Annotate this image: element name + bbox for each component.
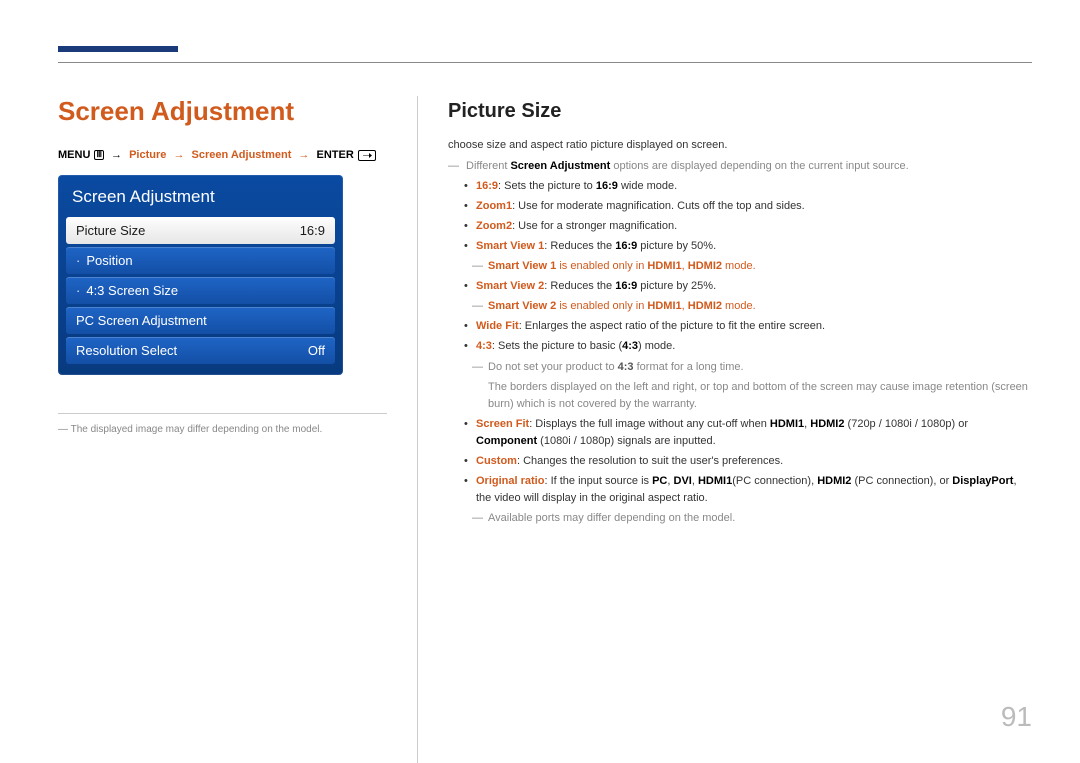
breadcrumb: MENU Ⅲ → Picture → Screen Adjustment → E… [58, 149, 387, 161]
osd-row-label: 4:3 Screen Size [86, 283, 325, 298]
breadcrumb-step: Picture [129, 149, 166, 161]
osd-row-label: Picture Size [76, 223, 300, 238]
osd-row-label: Position [86, 253, 325, 268]
header-divider [58, 62, 1032, 63]
header-accent-bar [58, 46, 178, 52]
note-ports-differ: Available ports may differ depending on … [448, 510, 1032, 527]
item-wide-fit: Wide Fit: Enlarges the aspect ratio of t… [448, 318, 1032, 335]
item-smart-view-2: Smart View 2: Reduces the 16:9 picture b… [448, 278, 1032, 295]
osd-row-label: PC Screen Adjustment [76, 313, 325, 328]
item-custom: Custom: Changes the resolution to suit t… [448, 453, 1032, 470]
arrow-icon: → [173, 149, 184, 161]
note-4-3-caution: Do not set your product to 4:3 format fo… [448, 359, 1032, 376]
osd-row-picture-size[interactable]: Picture Size 16:9 [66, 217, 335, 244]
item-screen-fit: Screen Fit: Displays the full image with… [448, 416, 1032, 450]
subsection-heading: Picture Size [448, 96, 1032, 127]
left-column: Screen Adjustment MENU Ⅲ → Picture → Scr… [58, 96, 418, 763]
note-smart-view-1: Smart View 1 is enabled only in HDMI1, H… [448, 258, 1032, 275]
item-original-ratio: Original ratio: If the input source is P… [448, 473, 1032, 507]
item-zoom2: Zoom2: Use for a stronger magnification. [448, 218, 1032, 235]
note-smart-view-2: Smart View 2 is enabled only in HDMI1, H… [448, 298, 1032, 315]
section-heading: Screen Adjustment [58, 96, 387, 127]
osd-row-value: Off [308, 343, 325, 358]
arrow-icon: → [111, 149, 122, 161]
item-smart-view-1: Smart View 1: Reduces the 16:9 picture b… [448, 238, 1032, 255]
arrow-icon: → [298, 149, 309, 161]
osd-row-43-screen-size[interactable]: 4:3 Screen Size [66, 277, 335, 304]
breadcrumb-menu: MENU [58, 149, 90, 161]
note-different-options: Different Screen Adjustment options are … [448, 158, 1032, 175]
model-footnote: The displayed image may differ depending… [58, 424, 387, 435]
item-16-9: 16:9: Sets the picture to 16:9 wide mode… [448, 178, 1032, 195]
divider [58, 413, 387, 414]
enter-icon [358, 150, 376, 161]
osd-row-value: 16:9 [300, 223, 325, 238]
osd-row-resolution-select[interactable]: Resolution Select Off [66, 337, 335, 364]
osd-row-position[interactable]: Position [66, 247, 335, 274]
osd-panel: Screen Adjustment Picture Size 16:9 Posi… [58, 175, 343, 375]
item-4-3: 4:3: Sets the picture to basic (4:3) mod… [448, 338, 1032, 355]
page-number: 91 [1001, 701, 1032, 733]
osd-title: Screen Adjustment [66, 185, 335, 217]
menu-icon: Ⅲ [94, 150, 104, 160]
content-area: Screen Adjustment MENU Ⅲ → Picture → Scr… [58, 96, 1032, 763]
osd-row-pc-screen-adjustment[interactable]: PC Screen Adjustment [66, 307, 335, 334]
breadcrumb-enter: ENTER [316, 149, 353, 161]
breadcrumb-step: Screen Adjustment [192, 149, 292, 161]
right-column: Picture Size choose size and aspect rati… [418, 96, 1032, 763]
item-zoom1: Zoom1: Use for moderate magnification. C… [448, 198, 1032, 215]
note-4-3-burn: The borders displayed on the left and ri… [448, 379, 1032, 413]
osd-row-label: Resolution Select [76, 343, 308, 358]
intro-text: choose size and aspect ratio picture dis… [448, 137, 1032, 154]
